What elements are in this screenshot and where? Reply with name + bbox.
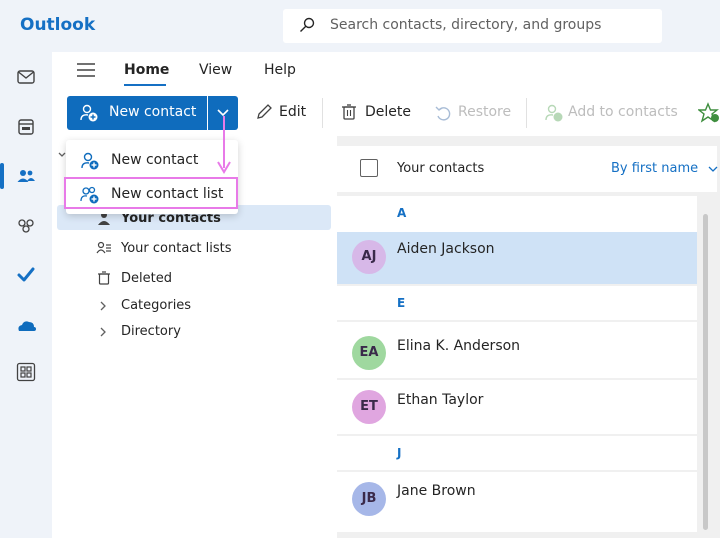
callout-arrow: [216, 116, 232, 176]
contact-row[interactable]: [337, 232, 697, 284]
active-indicator: [0, 163, 4, 189]
restore-icon: [434, 104, 452, 122]
add-to-contacts-button[interactable]: Add to contacts: [568, 104, 678, 120]
restore-button[interactable]: Restore: [458, 104, 511, 120]
section-letter: E: [397, 296, 406, 310]
toolbar-divider: [322, 98, 323, 128]
section-letter: A: [397, 206, 407, 220]
search-input[interactable]: Search contacts, directory, and groups: [330, 17, 601, 33]
delete-icon: [340, 103, 358, 121]
avatar: ET: [352, 390, 386, 424]
people-icon[interactable]: [16, 166, 36, 186]
search-icon: [299, 17, 315, 33]
app-title[interactable]: Outlook: [20, 15, 95, 35]
folder-your-contact-lists[interactable]: Your contact lists: [121, 241, 232, 256]
chevron-right-icon[interactable]: [98, 326, 108, 338]
section-letter: J: [397, 446, 402, 460]
section-header: [337, 436, 697, 470]
sort-label: By first name: [611, 161, 699, 176]
new-contact-label: New contact: [109, 104, 197, 120]
groups-icon[interactable]: [16, 216, 36, 236]
toolbar-divider: [526, 98, 527, 128]
scrollbar[interactable]: [703, 214, 708, 530]
tab-view[interactable]: View: [199, 62, 232, 78]
trash-icon: [96, 270, 112, 286]
callout-highlight-box: [64, 177, 238, 209]
contact-list-title: Your contacts: [397, 161, 485, 176]
chevron-right-icon[interactable]: [98, 300, 108, 312]
mail-icon[interactable]: [16, 67, 36, 87]
person-add-icon: [544, 103, 564, 123]
edit-button[interactable]: Edit: [279, 104, 306, 120]
tab-help[interactable]: Help: [264, 62, 296, 78]
active-tab-underline: [124, 84, 166, 86]
new-contact-button[interactable]: New contact: [67, 96, 207, 130]
section-header: [337, 286, 697, 320]
menu-item-new-contact[interactable]: New contact: [66, 143, 238, 175]
apps-icon[interactable]: [16, 362, 36, 382]
contact-name: Jane Brown: [397, 483, 476, 499]
contact-row[interactable]: [337, 380, 697, 434]
menu-item-label: New contact: [111, 152, 199, 168]
person-add-icon: [80, 151, 100, 171]
star-add-icon[interactable]: [698, 102, 720, 124]
avatar: EA: [352, 336, 386, 370]
delete-button[interactable]: Delete: [365, 104, 411, 120]
person-add-icon: [79, 103, 99, 123]
contact-name: Elina K. Anderson: [397, 338, 521, 354]
onedrive-icon[interactable]: [16, 316, 36, 336]
contact-row[interactable]: [337, 472, 697, 532]
todo-icon[interactable]: [16, 265, 36, 285]
folder-directory[interactable]: Directory: [121, 324, 181, 339]
chevron-down-icon: [708, 165, 718, 173]
contact-list-icon: [96, 240, 112, 256]
calendar-icon[interactable]: [16, 117, 36, 137]
edit-icon: [255, 103, 273, 121]
section-header: [337, 196, 697, 232]
hamburger-icon[interactable]: [76, 62, 96, 78]
contact-name: Ethan Taylor: [397, 392, 484, 408]
sort-dropdown[interactable]: By first name: [611, 161, 718, 176]
select-all-checkbox[interactable]: [360, 159, 378, 177]
tab-home[interactable]: Home: [124, 62, 169, 78]
avatar: JB: [352, 482, 386, 516]
avatar: AJ: [352, 240, 386, 274]
folder-deleted[interactable]: Deleted: [121, 271, 172, 286]
contact-name: Aiden Jackson: [397, 241, 495, 257]
folder-categories[interactable]: Categories: [121, 298, 191, 313]
